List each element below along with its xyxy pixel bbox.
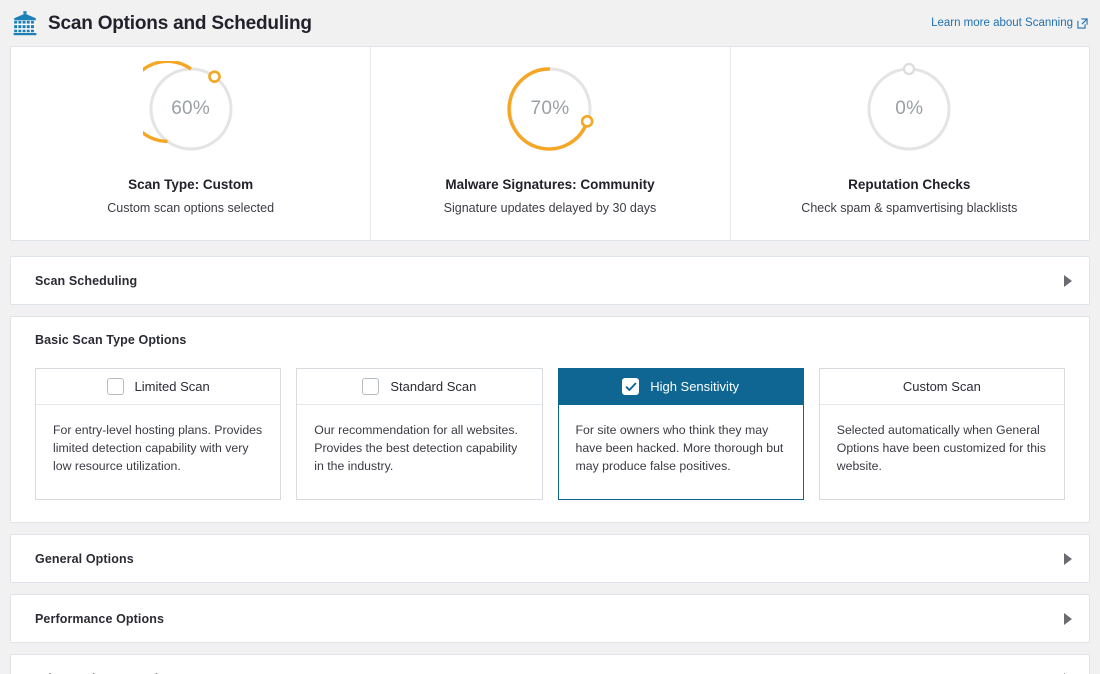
- learn-more-label: Learn more about Scanning: [931, 17, 1073, 29]
- gauge-value-scan-type: 60%: [143, 61, 239, 157]
- scan-type-description-custom-scan: Selected automatically when General Opti…: [820, 405, 1064, 499]
- advanced-scan-options-card[interactable]: Advanced Scan Options: [10, 654, 1090, 674]
- scan-type-header-limited-scan[interactable]: Limited Scan: [36, 369, 280, 405]
- performance-options-toggle[interactable]: Performance Options: [11, 595, 1089, 642]
- gauge-ring-scan-type: 60%: [143, 61, 239, 157]
- checkbox-limited-scan[interactable]: [107, 378, 124, 395]
- learn-more-link[interactable]: Learn more about Scanning: [931, 17, 1088, 29]
- gauge-cell-reputation-checks: 0% Reputation Checks Check spam & spamve…: [730, 47, 1089, 240]
- gauge-ring-malware-signatures: 70%: [502, 61, 598, 157]
- scan-type-header-high-sensitivity[interactable]: High Sensitivity: [559, 369, 803, 405]
- scan-type-description-standard-scan: Our recommendation for all websites. Pro…: [297, 405, 541, 499]
- scan-type-grid: Limited Scan For entry-level hosting pla…: [35, 368, 1065, 500]
- scan-type-header-standard-scan[interactable]: Standard Scan: [297, 369, 541, 405]
- scan-type-description-high-sensitivity: For site owners who think they may have …: [559, 405, 803, 499]
- scan-type-description-limited-scan: For entry-level hosting plans. Provides …: [36, 405, 280, 499]
- performance-options-label: Performance Options: [35, 612, 164, 626]
- scan-type-standard-scan[interactable]: Standard Scan Our recommendation for all…: [296, 368, 542, 500]
- scan-scheduling-card[interactable]: Scan Scheduling: [10, 256, 1090, 305]
- scan-scheduling-toggle[interactable]: Scan Scheduling: [11, 257, 1089, 304]
- gauge-value-malware-signatures: 70%: [502, 61, 598, 157]
- general-options-toggle[interactable]: General Options: [11, 535, 1089, 582]
- check-icon: [625, 381, 637, 393]
- page-title: Scan Options and Scheduling: [48, 14, 312, 33]
- scan-type-label-custom-scan: Custom Scan: [903, 379, 981, 394]
- general-options-label: General Options: [35, 552, 134, 566]
- gauge-title-reputation-checks: Reputation Checks: [848, 177, 970, 192]
- advanced-scan-options-toggle[interactable]: Advanced Scan Options: [11, 655, 1089, 674]
- scan-scheduling-label: Scan Scheduling: [35, 274, 137, 288]
- gauge-cell-scan-type: 60% Scan Type: Custom Custom scan option…: [11, 47, 370, 240]
- building-scan-icon: [12, 10, 38, 36]
- gauge-subtitle-malware-signatures: Signature updates delayed by 30 days: [444, 201, 657, 215]
- scan-type-label-high-sensitivity: High Sensitivity: [650, 379, 739, 394]
- checkbox-standard-scan[interactable]: [362, 378, 379, 395]
- checkbox-high-sensitivity[interactable]: [622, 378, 639, 395]
- gauge-cell-malware-signatures: 70% Malware Signatures: Community Signat…: [370, 47, 729, 240]
- gauge-ring-reputation-checks: 0%: [861, 61, 957, 157]
- scan-status-summary-card: 60% Scan Type: Custom Custom scan option…: [10, 46, 1090, 241]
- gauge-value-reputation-checks: 0%: [861, 61, 957, 157]
- basic-scan-type-heading: Basic Scan Type Options: [35, 333, 1065, 347]
- external-link-icon: [1077, 18, 1088, 29]
- scan-type-header-custom-scan[interactable]: Custom Scan: [820, 369, 1064, 405]
- general-options-card[interactable]: General Options: [10, 534, 1090, 583]
- performance-options-card[interactable]: Performance Options: [10, 594, 1090, 643]
- gauge-title-scan-type: Scan Type: Custom: [128, 177, 253, 192]
- scan-type-label-limited-scan: Limited Scan: [135, 379, 210, 394]
- gauge-subtitle-reputation-checks: Check spam & spamvertising blacklists: [801, 201, 1017, 215]
- scan-type-label-standard-scan: Standard Scan: [390, 379, 476, 394]
- gauge-subtitle-scan-type: Custom scan options selected: [107, 201, 274, 215]
- basic-scan-type-options-card: Basic Scan Type Options Limited Scan For…: [10, 316, 1090, 523]
- scan-type-limited-scan[interactable]: Limited Scan For entry-level hosting pla…: [35, 368, 281, 500]
- chevron-right-icon[interactable]: [1064, 613, 1072, 625]
- gauge-title-malware-signatures: Malware Signatures: Community: [445, 177, 654, 192]
- page-header: Scan Options and Scheduling Learn more a…: [0, 0, 1100, 46]
- scan-type-custom-scan[interactable]: Custom Scan Selected automatically when …: [819, 368, 1065, 500]
- scan-type-high-sensitivity[interactable]: High Sensitivity For site owners who thi…: [558, 368, 804, 500]
- chevron-right-icon[interactable]: [1064, 553, 1072, 565]
- chevron-right-icon[interactable]: [1064, 275, 1072, 287]
